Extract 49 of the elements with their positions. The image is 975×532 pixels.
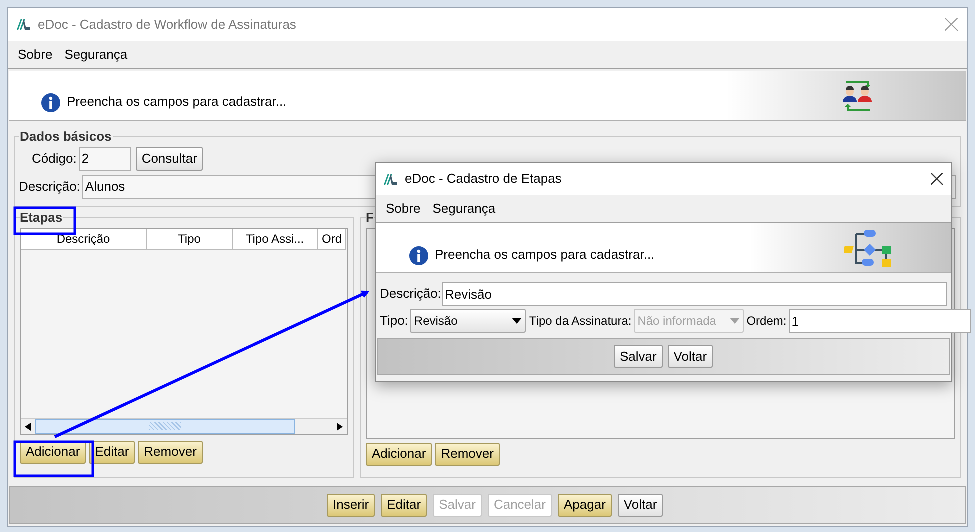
- menu-item[interactable]: Sobre: [386, 198, 421, 218]
- app-logo-icon: [17, 19, 30, 30]
- highlight-frame: [14, 206, 76, 236]
- dialog-button[interactable]: Voltar: [668, 345, 714, 368]
- footer-button[interactable]: Voltar: [618, 494, 664, 516]
- window-title: eDoc - Cadastro de Etapas: [405, 170, 562, 188]
- column-header[interactable]: Tipo: [147, 228, 233, 250]
- dialog-button[interactable]: Salvar: [614, 345, 663, 368]
- info-icon: [409, 246, 429, 266]
- order-field[interactable]: 1: [788, 309, 971, 333]
- info-icon: [41, 93, 61, 113]
- banner-message: Preencha os campos para cadastrar...: [67, 92, 287, 111]
- column-header[interactable]: Tipo Assi...: [233, 228, 318, 250]
- column-header[interactable]: Ord: [318, 228, 346, 250]
- horizontal-scrollbar[interactable]: [21, 418, 347, 434]
- scroll-right-icon[interactable]: [337, 422, 343, 430]
- field-label: Tipo da Assinatura:: [529, 313, 632, 330]
- step-action-button[interactable]: Editar: [89, 440, 136, 464]
- field-label: Descrição:: [19, 178, 80, 196]
- lookup-button[interactable]: Consultar: [136, 146, 204, 170]
- scroll-left-icon[interactable]: [25, 422, 31, 430]
- code-field[interactable]: 2: [78, 146, 131, 170]
- field-label: Ordem:: [746, 313, 787, 330]
- type-dropdown[interactable]: Revisão: [410, 309, 526, 333]
- field-label: Descrição:: [380, 285, 440, 304]
- app-logo-icon: [384, 174, 397, 184]
- dropdown-caret-icon: [730, 318, 740, 324]
- group-title: Etapas: [20, 209, 63, 227]
- window-title: eDoc - Cadastro de Workflow de Assinaturas: [38, 16, 296, 34]
- description-field[interactable]: Revisão: [442, 282, 947, 306]
- field-label: Código:: [32, 150, 77, 168]
- scrollbar-thumb[interactable]: [35, 418, 295, 434]
- group-title: F: [366, 209, 374, 227]
- group-title: Dados básicos: [19, 128, 113, 146]
- dropdown-caret-icon: [512, 318, 522, 324]
- field-label: Tipo:: [380, 312, 408, 330]
- step-action-button[interactable]: Remover: [138, 440, 203, 464]
- footer-button[interactable]: Inserir: [327, 494, 376, 516]
- banner-message: Preencha os campos para cadastrar...: [435, 246, 655, 264]
- column-header[interactable]: Descrição: [21, 228, 147, 250]
- menu-item[interactable]: Segurança: [64, 44, 128, 64]
- menu-item[interactable]: Sobre: [18, 44, 53, 64]
- side-action-button[interactable]: Adicionar: [366, 442, 432, 466]
- close-icon[interactable]: [931, 173, 943, 185]
- side-action-button[interactable]: Remover: [435, 442, 500, 466]
- footer-button[interactable]: Editar: [381, 494, 428, 516]
- menu-item[interactable]: Segurança: [432, 198, 496, 218]
- step-action-button[interactable]: Adicionar: [20, 440, 86, 464]
- footer-button[interactable]: Apagar: [558, 494, 612, 516]
